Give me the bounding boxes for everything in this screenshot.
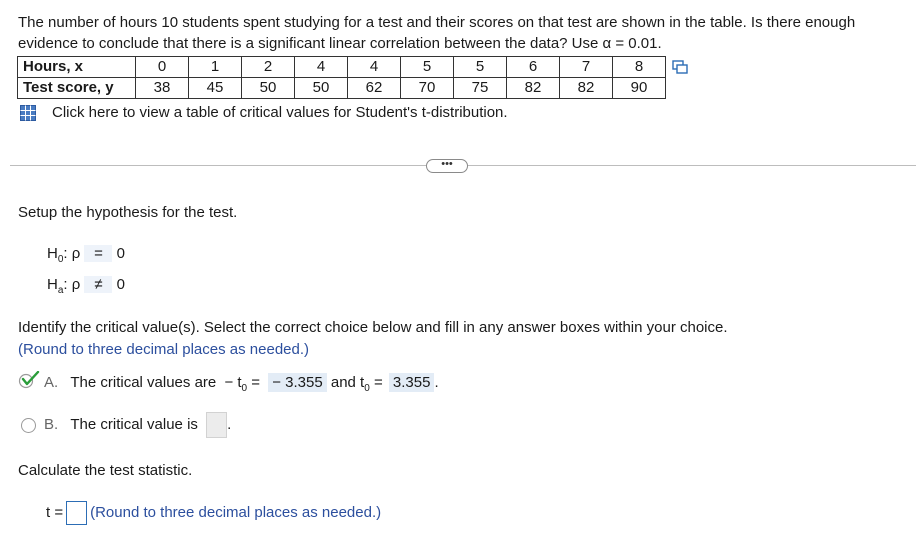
more-button[interactable]: ••• (426, 159, 468, 173)
critical-value-positive-field[interactable]: 3.355 (388, 373, 435, 392)
y-cell: 70 (400, 77, 454, 99)
y-cell: 90 (612, 77, 666, 99)
ha-rho: : ρ (63, 276, 81, 293)
x-cell: 5 (400, 56, 454, 78)
table-row-y: Test score, y 38 45 50 50 62 70 75 82 82… (17, 77, 666, 99)
null-hypothesis: H0: ρ = 0 (47, 245, 125, 265)
y-cell: 50 (241, 77, 295, 99)
x-cell: 4 (294, 56, 348, 78)
t-statistic-input[interactable] (66, 501, 88, 525)
choice-a-equals-2: = (373, 374, 383, 391)
choice-b-text: The critical value is (70, 415, 198, 433)
y-cell: 82 (559, 77, 613, 99)
critical-instruction: Identify the critical value(s). Select t… (18, 319, 728, 336)
hypothesis-intro: Setup the hypothesis for the test. (18, 204, 238, 221)
critical-value-negative-field[interactable]: − 3.355 (268, 373, 327, 392)
critical-values-link[interactable]: Click here to view a table of critical v… (52, 104, 508, 121)
y-cell: 45 (188, 77, 242, 99)
critical-value-field[interactable] (206, 412, 228, 438)
x-cell: 7 (559, 56, 613, 78)
checked-radio-icon[interactable] (18, 371, 40, 389)
y-cell: 82 (506, 77, 560, 99)
statistic-instruction: Calculate the test statistic. (18, 462, 193, 479)
question-prompt: The number of hours 10 students spent st… (18, 14, 856, 52)
statistic-row: t = (Round to three decimal places as nee… (46, 501, 381, 525)
choice-b[interactable]: B. The critical value is . (44, 412, 231, 438)
x-cell: 8 (612, 56, 666, 78)
choice-a-text: The critical values are (70, 374, 217, 391)
x-cell: 2 (241, 56, 295, 78)
h0-value: 0 (116, 245, 125, 262)
y-cell: 50 (294, 77, 348, 99)
row-header-score: Test score, y (17, 77, 136, 99)
choice-a-equals: = (251, 374, 261, 391)
table-row-x: Hours, x 0 1 2 4 4 5 5 6 7 8 (17, 56, 666, 78)
choice-b-radio[interactable] (21, 418, 36, 433)
t-label: t = (46, 503, 64, 521)
statistic-round-note: (Round to three decimal places as needed… (90, 503, 382, 521)
h0-label: H (47, 245, 58, 262)
ha-label: H (47, 276, 58, 293)
choice-a-subscript-2: 0 (364, 383, 370, 394)
y-cell: 38 (135, 77, 189, 99)
h0-relation: = (84, 245, 113, 262)
choice-a-subscript: 0 (241, 383, 248, 394)
table-icon[interactable] (20, 105, 36, 121)
x-cell: 6 (506, 56, 560, 78)
critical-round-note: (Round to three decimal places as needed… (18, 341, 310, 358)
ha-value: 0 (116, 276, 125, 293)
y-cell: 75 (453, 77, 507, 99)
h0-rho: : ρ (63, 245, 81, 262)
choice-a-and: and t (330, 374, 365, 391)
alternative-hypothesis: Ha: ρ ≠ 0 (47, 276, 125, 296)
x-cell: 1 (188, 56, 242, 78)
data-table: Hours, x 0 1 2 4 4 5 5 6 7 8 Test score,… (17, 56, 666, 99)
choice-a-neg-t: − t (224, 374, 242, 391)
choice-b-letter: B. (44, 415, 59, 433)
x-cell: 0 (135, 56, 189, 78)
copy-data-icon[interactable] (672, 60, 688, 74)
x-cell: 4 (347, 56, 401, 78)
choice-a[interactable]: A. The critical values are − t0 = − 3.35… (44, 373, 439, 394)
row-header-hours: Hours, x (17, 56, 136, 78)
x-cell: 5 (453, 56, 507, 78)
y-cell: 62 (347, 77, 401, 99)
ha-relation: ≠ (84, 276, 113, 293)
choice-a-letter: A. (44, 374, 59, 391)
